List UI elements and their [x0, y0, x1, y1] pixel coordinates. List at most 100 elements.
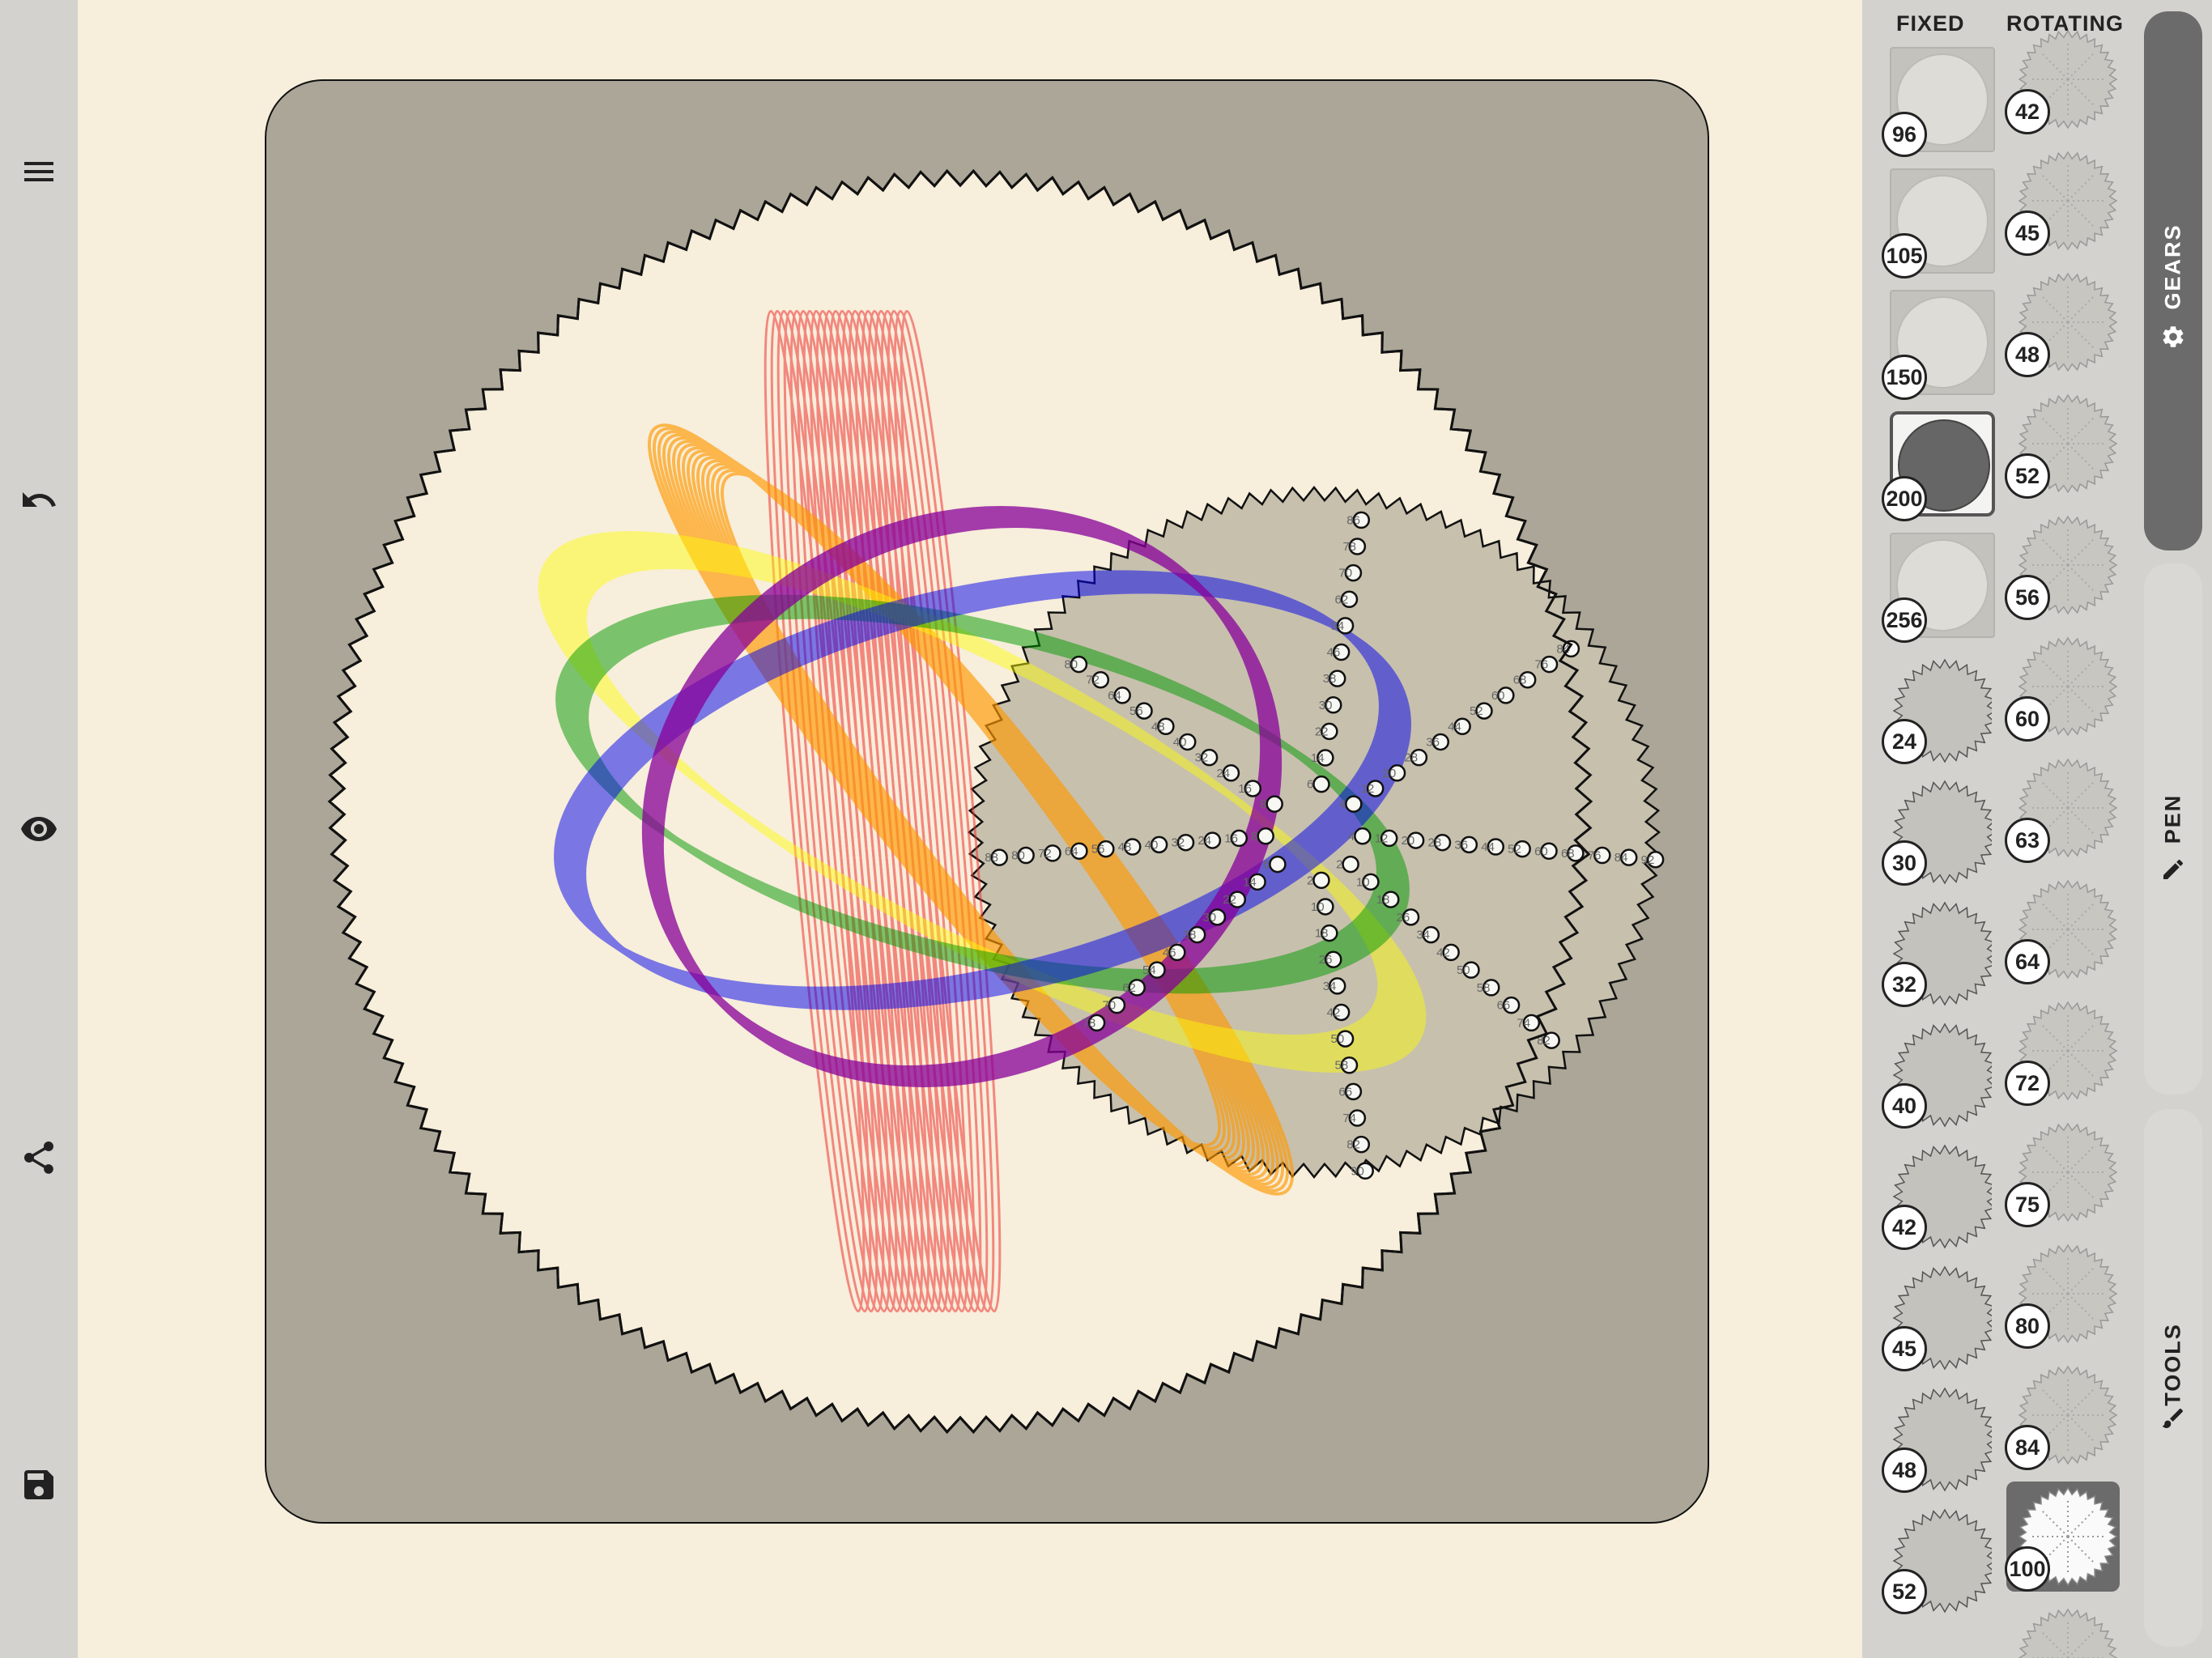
gear-size-badge: 64 — [2005, 939, 2050, 984]
gear-size-badge: 105 — [1882, 233, 1927, 278]
rotating-gear-100[interactable]: 100 — [2005, 1482, 2126, 1595]
gear-size-badge: 63 — [2005, 818, 2050, 863]
fixed-gear-96[interactable]: 96 — [1878, 47, 2000, 160]
gear-size-badge: 60 — [2005, 696, 2050, 742]
pen-hole-label: 72 — [1038, 847, 1052, 861]
pen-hole-label: 12 — [1375, 831, 1389, 845]
pen-hole-label: 8 — [1260, 797, 1266, 811]
tab-pen[interactable]: PEN — [2144, 563, 2202, 1095]
gear-icon — [2163, 326, 2184, 347]
pen-hole-label: 26 — [1319, 953, 1333, 967]
pen-hole-label: 38 — [1183, 929, 1197, 942]
fixed-gear-42[interactable]: 42 — [1878, 1140, 2000, 1253]
share-button[interactable] — [15, 1133, 63, 1182]
pen-hole-label: 30 — [1202, 911, 1216, 925]
gear-size-badge: 84 — [2005, 1425, 2050, 1470]
rotating-gear-64[interactable]: 64 — [2005, 874, 2126, 988]
tab-tools[interactable]: TOOLS — [2144, 1109, 2202, 1647]
share-icon — [24, 1141, 53, 1174]
fixed-gear-32[interactable]: 32 — [1878, 897, 2000, 1010]
pen-hole-label: 14 — [1243, 875, 1257, 889]
rotating-gear-80[interactable]: 80 — [2005, 1239, 2126, 1352]
tab-gears-label: GEARS — [2160, 223, 2185, 310]
gear-size-badge: 48 — [2005, 332, 2050, 377]
pen-hole-label: 6 — [1307, 778, 1313, 792]
rotating-gear-52[interactable]: 52 — [2005, 389, 2126, 502]
fixed-gear-256[interactable]: 256 — [1878, 533, 2000, 646]
drawing-board[interactable]: 4 12 20 28 36 44 52 60 68 76 84 92 8 16 24 32 40 48 56 64 72… — [265, 79, 1709, 1524]
rotating-gear-60[interactable]: 60 — [2005, 631, 2126, 745]
pen-hole-label: 22 — [1223, 893, 1236, 907]
pen-hole-label: 36 — [1426, 735, 1440, 749]
rotating-gear-48[interactable]: 48 — [2005, 267, 2126, 380]
pen-hole-label: 40 — [1145, 838, 1159, 852]
gear-size-badge: 150 — [1882, 355, 1927, 400]
pen-hole-label: 58 — [1334, 1059, 1348, 1073]
pen-hole-label: 2 — [1307, 874, 1313, 887]
gear-size-badge: 52 — [2005, 453, 2050, 499]
pen-hole-label: 42 — [1436, 946, 1450, 959]
menu-icon — [24, 162, 53, 181]
pen-hole-label: 54 — [1142, 963, 1156, 977]
undo-button[interactable] — [15, 476, 63, 525]
rotating-gear-84[interactable]: 84 — [2005, 1360, 2126, 1473]
gear-size-badge: 96 — [1882, 112, 1927, 157]
gear-size-badge: 200 — [1882, 476, 1927, 521]
rotating-gear-144[interactable]: 144 — [2005, 1603, 2126, 1658]
pen-hole-label: 22 — [1315, 725, 1329, 738]
pen-hole-label: 30 — [1319, 699, 1333, 712]
gear-size-badge: 56 — [2005, 575, 2050, 620]
fixed-gear-30[interactable]: 30 — [1878, 776, 2000, 889]
pen-hole-label: 66 — [1338, 1085, 1352, 1099]
pen-hole-label: 90 — [1351, 1164, 1364, 1178]
save-button[interactable] — [15, 1460, 63, 1509]
fixed-gear-105[interactable]: 105 — [1878, 168, 2000, 282]
rotating-gear-56[interactable]: 56 — [2005, 510, 2126, 623]
fixed-gear-200[interactable]: 200 — [1878, 411, 2000, 525]
pen-hole-label: 56 — [1129, 704, 1143, 718]
pen-hole-label: 60 — [1534, 844, 1548, 858]
pen-hole-label: 34 — [1323, 980, 1337, 993]
rotating-gear-45[interactable]: 45 — [2005, 146, 2126, 259]
gear-size-badge: 100 — [2005, 1546, 2050, 1592]
fixed-gear-40[interactable]: 40 — [1878, 1018, 2000, 1132]
pen-hole-label: 50 — [1331, 1032, 1345, 1046]
spirograph-canvas[interactable]: 4 12 20 28 36 44 52 60 68 76 84 9281624324048566472… — [266, 81, 1709, 1524]
gear-size-badge: 42 — [2005, 89, 2050, 134]
pen-hole-label: 78 — [1083, 1016, 1096, 1030]
fixed-gear-45[interactable]: 45 — [1878, 1261, 2000, 1375]
pen-hole — [1266, 795, 1283, 813]
pen-hole-label: 52 — [1508, 843, 1521, 857]
pen-hole-label: 50 — [1457, 963, 1470, 977]
fixed-header: FIXED — [1896, 11, 1965, 36]
gear-preview — [2018, 1608, 2118, 1658]
fixed-gear-150[interactable]: 150 — [1878, 290, 2000, 403]
fixed-gear-48[interactable]: 48 — [1878, 1383, 2000, 1496]
fixed-gear-24[interactable]: 24 — [1878, 654, 2000, 767]
pen-hole-label: 64 — [1065, 844, 1078, 858]
rotating-gear-63[interactable]: 63 — [2005, 753, 2126, 866]
pen-hole-label: 74 — [1516, 1016, 1530, 1030]
tab-gears[interactable]: GEARS — [2144, 11, 2202, 551]
gear-size-badge: 24 — [1882, 719, 1927, 764]
preview-button[interactable] — [15, 805, 63, 853]
pen-hole-label: 92 — [1641, 853, 1655, 867]
gear-size-badge: 48 — [1882, 1448, 1927, 1493]
pen-hole-label: 20 — [1402, 834, 1415, 848]
rotating-gear-72[interactable]: 72 — [2005, 996, 2126, 1109]
rotating-gear-42[interactable]: 42 — [2005, 24, 2126, 138]
left-toolbar — [0, 0, 78, 1658]
pen-hole-label: 14 — [1311, 751, 1325, 765]
pen-hole-label: 40 — [1173, 735, 1187, 749]
menu-button[interactable] — [15, 147, 63, 196]
pen-hole-label: 10 — [1356, 875, 1370, 889]
pencil-icon — [2163, 859, 2184, 879]
pen-hole-label: 44 — [1481, 840, 1495, 854]
pen-hole-label: 8 — [1251, 830, 1257, 844]
pen-hole-label: 72 — [1086, 674, 1100, 687]
pen-hole-label: 68 — [1561, 847, 1575, 861]
rotating-gear-75[interactable]: 75 — [2005, 1117, 2126, 1231]
brush-icon — [2162, 1408, 2184, 1428]
pen-hole-label: 76 — [1588, 849, 1602, 863]
fixed-gear-52[interactable]: 52 — [1878, 1504, 2000, 1618]
